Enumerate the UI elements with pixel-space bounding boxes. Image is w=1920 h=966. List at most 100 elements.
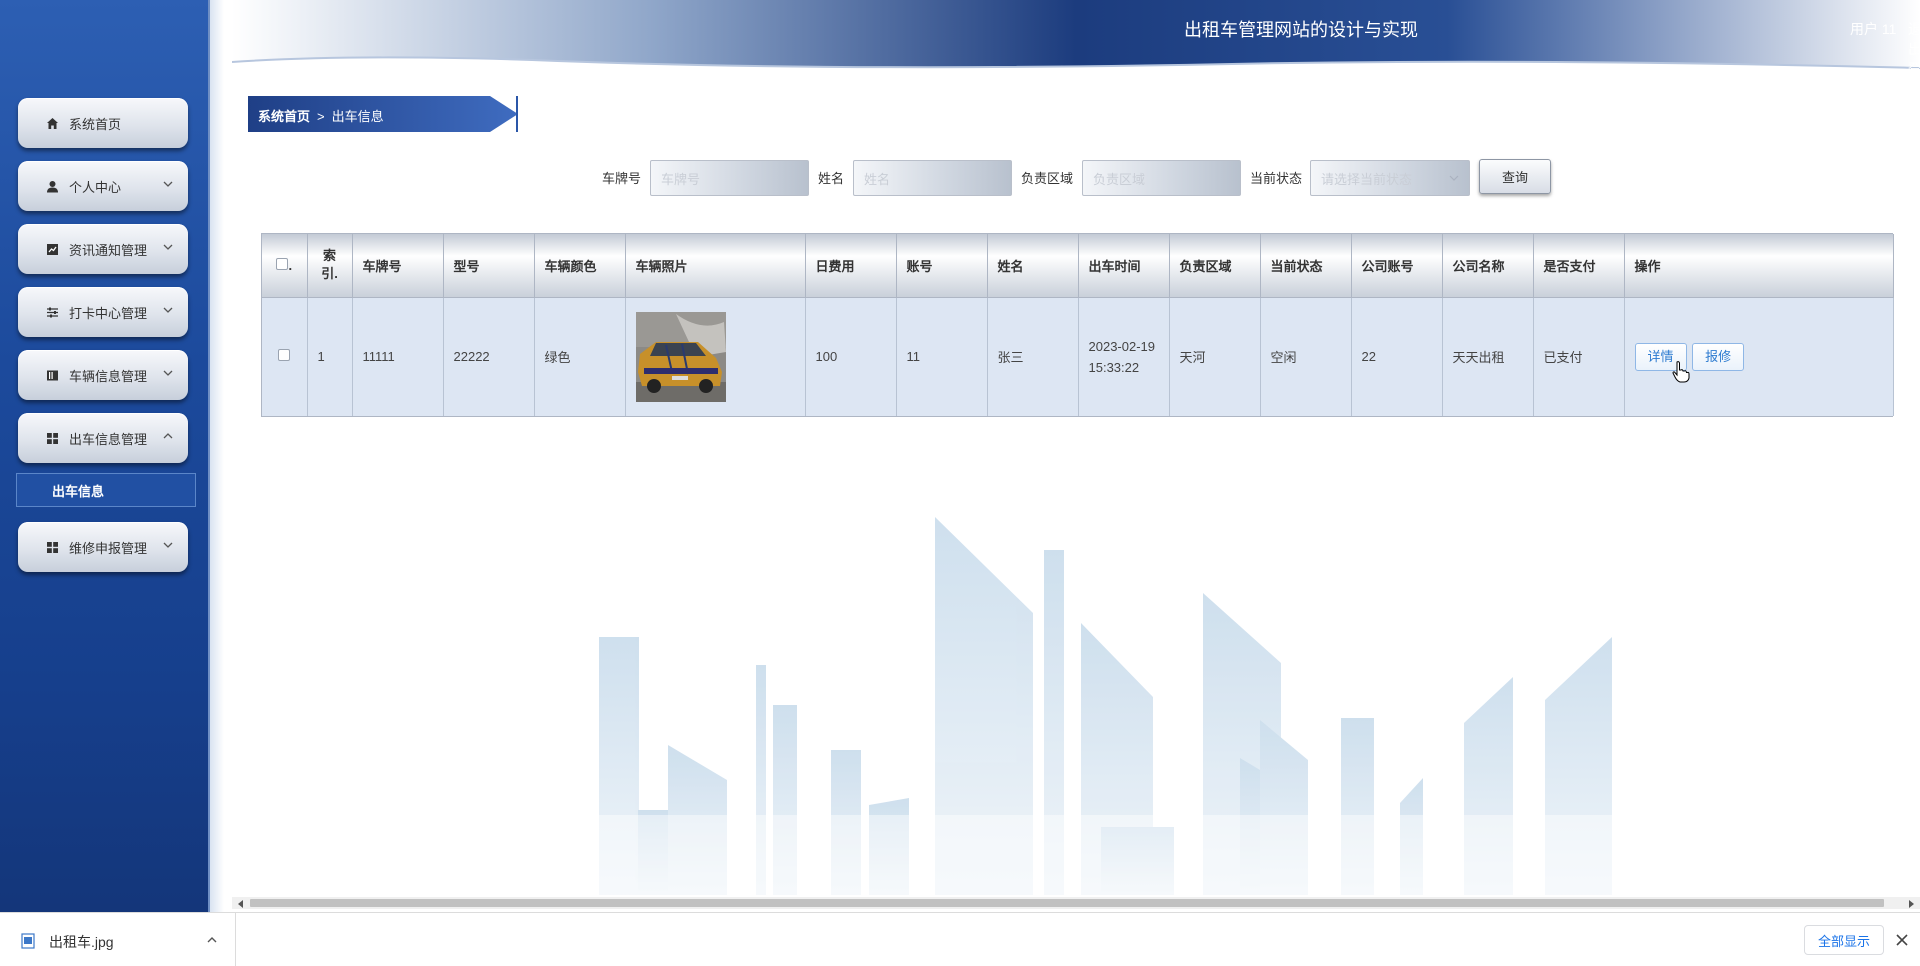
sidebar-item-news[interactable]: 资讯通知管理 (18, 224, 188, 274)
column-header-company-account: 公司账号 (1351, 234, 1443, 298)
show-all-downloads-button[interactable]: 全部显示 (1804, 925, 1884, 955)
cell-depart-time: 2023-02-19 15:33:22 (1078, 297, 1170, 416)
name-search-input[interactable]: 姓名 (853, 160, 1012, 196)
query-button[interactable]: 查询 (1479, 159, 1551, 194)
home-icon (45, 116, 59, 130)
submenu-item-label: 出车信息 (52, 483, 105, 499)
area-search-input[interactable]: 负责区域 (1082, 160, 1241, 196)
city-skyline-background (590, 517, 1630, 895)
column-header-daily-fee: 日费用 (805, 234, 897, 298)
area-search-label: 负责区域 (1021, 171, 1074, 186)
book-icon (45, 368, 59, 382)
cell-plate: 11111 (352, 297, 444, 416)
column-header-account: 账号 (896, 234, 988, 298)
cell-area: 天河 (1169, 297, 1261, 416)
repair-button[interactable]: 报修 (1692, 342, 1745, 371)
cell-account: 11 (896, 297, 988, 416)
column-header-actions: 操作 (1624, 234, 1894, 298)
chevron-down-icon (163, 542, 173, 548)
chevron-down-icon (1449, 175, 1459, 181)
vehicle-photo[interactable] (635, 311, 726, 402)
header-wave-background (232, 0, 1920, 69)
row-checkbox[interactable] (278, 349, 291, 362)
scroll-right-icon[interactable] (1909, 900, 1914, 908)
select-all-checkbox[interactable] (276, 257, 289, 270)
cell-name: 张三 (987, 297, 1079, 416)
scrollbar-thumb[interactable] (250, 899, 1884, 907)
status-search-label: 当前状态 (1250, 171, 1303, 186)
download-item[interactable]: 出租车.jpg (0, 913, 236, 966)
chevron-up-icon (163, 433, 173, 439)
sidebar-item-label: 打卡中心管理 (69, 305, 148, 321)
column-header-color: 车辆颜色 (534, 234, 626, 298)
plate-search-input[interactable]: 车牌号 (650, 160, 809, 196)
column-header-index: 索引. (307, 234, 353, 298)
cell-company-name: 天天出租 (1442, 297, 1534, 416)
horizontal-scrollbar[interactable] (232, 897, 1920, 909)
table-header-row: . 索引. 车牌号 型号 车辆颜色 车辆照片 日费用 账号 姓名 出车时间 负责… (262, 234, 1894, 298)
sidebar: 系统首页 个人中心 资讯通知管理 打卡中心管理 车辆信息管理 出车信息管理 出车… (0, 0, 224, 912)
breadcrumb-current: 出车信息 (331, 109, 384, 124)
sidebar-item-label: 系统首页 (69, 116, 122, 132)
cell-model: 22222 (443, 297, 535, 416)
column-header-paid: 是否支付 (1533, 234, 1625, 298)
chart-icon (45, 242, 59, 256)
sidebar-item-label: 出车信息管理 (69, 431, 148, 447)
breadcrumb: 系统首页 > 出车信息 (248, 96, 518, 132)
chevron-up-icon[interactable] (206, 934, 218, 946)
cell-paid: 已支付 (1533, 297, 1625, 416)
cell-daily-fee: 100 (805, 297, 897, 416)
download-bar: 出租车.jpg 全部显示 (0, 912, 1920, 966)
column-header-plate: 车牌号 (352, 234, 444, 298)
close-icon[interactable] (1895, 933, 1909, 947)
cell-actions: 详情 报修 (1624, 297, 1894, 416)
sliders-icon (45, 305, 59, 319)
column-header-depart-time: 出车时间 (1078, 234, 1170, 298)
name-search-label: 姓名 (818, 171, 845, 186)
sidebar-item-home[interactable]: 系统首页 (18, 98, 188, 148)
cell-company-account: 22 (1351, 297, 1443, 416)
sidebar-item-vehicle[interactable]: 车辆信息管理 (18, 350, 188, 400)
breadcrumb-home-link[interactable]: 系统首页 (258, 109, 310, 124)
sidebar-item-label: 车辆信息管理 (69, 368, 148, 384)
column-header-area: 负责区域 (1169, 234, 1261, 298)
grid-icon (45, 431, 59, 445)
column-header-name: 姓名 (987, 234, 1079, 298)
column-header-company-name: 公司名称 (1442, 234, 1534, 298)
select-all-header: . (262, 234, 308, 298)
sidebar-item-checkin[interactable]: 打卡中心管理 (18, 287, 188, 337)
breadcrumb-separator: > (317, 109, 325, 124)
table-row: 1 11111 22222 绿色 100 11 张三 2023-02-19 15… (262, 297, 1894, 416)
plate-search-label: 车牌号 (602, 171, 642, 186)
grid-icon (45, 540, 59, 554)
hand-cursor-icon (1672, 361, 1690, 383)
sidebar-item-label: 资讯通知管理 (69, 242, 148, 258)
sidebar-nav: 系统首页 个人中心 资讯通知管理 打卡中心管理 车辆信息管理 出车信息管理 出车… (16, 98, 196, 585)
cell-color: 绿色 (534, 297, 626, 416)
submenu-item-dispatch-info[interactable]: 出车信息 (16, 473, 196, 507)
row-select-cell (262, 297, 308, 416)
cell-status: 空闲 (1260, 297, 1352, 416)
sidebar-item-label: 个人中心 (69, 179, 122, 195)
scroll-left-icon[interactable] (238, 900, 243, 908)
cell-photo (625, 297, 806, 416)
status-select[interactable]: 请选择当前状态 (1310, 160, 1470, 196)
sidebar-item-label: 维修申报管理 (69, 540, 148, 556)
sidebar-item-personal[interactable]: 个人中心 (18, 161, 188, 211)
sidebar-item-repair[interactable]: 维修申报管理 (18, 522, 188, 572)
current-user: 用户 11 (1850, 21, 1897, 37)
column-header-photo: 车辆照片 (625, 234, 806, 298)
dispatch-info-table: . 索引. 车牌号 型号 车辆颜色 车辆照片 日费用 账号 姓名 出车时间 负责… (261, 233, 1894, 417)
header: 出租车管理网站的设计与实现 用户 11 退出登录 (232, 0, 1920, 97)
column-header-model: 型号 (443, 234, 535, 298)
sidebar-item-dispatch[interactable]: 出车信息管理 (18, 413, 188, 463)
user-icon (45, 179, 59, 193)
site-title: 出租车管理网站的设计与实现 (1184, 20, 1418, 40)
chevron-down-icon (163, 307, 173, 313)
image-file-icon (21, 933, 35, 949)
chevron-down-icon (163, 181, 173, 187)
chevron-down-icon (163, 244, 173, 250)
logout-link[interactable]: 退出登录 (1908, 19, 1920, 99)
cell-index: 1 (307, 297, 353, 416)
column-header-status: 当前状态 (1260, 234, 1352, 298)
